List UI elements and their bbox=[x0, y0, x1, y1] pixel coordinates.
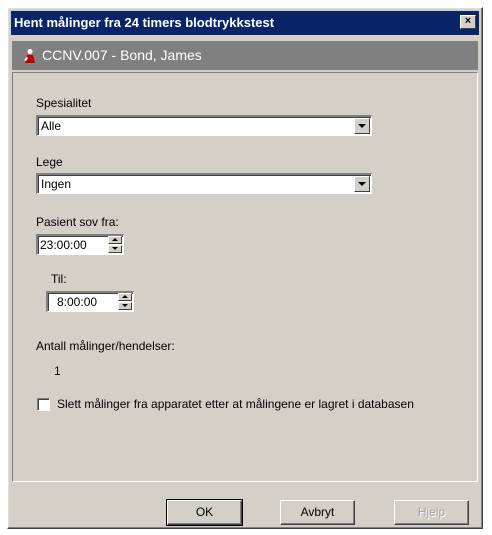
patient-header: CCNV.007 - Bond, James bbox=[12, 41, 478, 70]
spin-down-icon[interactable] bbox=[108, 245, 122, 253]
avbryt-button[interactable]: Avbryt bbox=[280, 500, 355, 525]
hjelp-button[interactable]: Hjelp bbox=[394, 500, 469, 525]
sov-fra-time-input[interactable]: 23:00:00 bbox=[36, 234, 124, 255]
chevron-down-icon[interactable] bbox=[354, 118, 370, 134]
slett-checkbox[interactable] bbox=[37, 398, 50, 411]
slett-label[interactable]: Slett målinger fra apparatet etter at må… bbox=[57, 397, 414, 411]
lege-combobox[interactable]: Ingen bbox=[36, 173, 372, 194]
lege-value: Ingen bbox=[41, 177, 72, 191]
spesialitet-combobox[interactable]: Alle bbox=[36, 115, 372, 136]
close-button[interactable]: × bbox=[460, 15, 476, 29]
spin-down-icon[interactable] bbox=[118, 302, 132, 310]
chevron-down-icon[interactable] bbox=[354, 176, 370, 192]
antall-label: Antall målinger/hendelser: bbox=[36, 339, 175, 353]
dialog-window: Hent målinger fra 24 timers blodtrykkste… bbox=[7, 7, 483, 529]
til-value: 8:00:00 bbox=[57, 295, 98, 309]
patient-person-icon bbox=[24, 49, 35, 63]
close-icon: × bbox=[464, 15, 472, 27]
spin-up-icon[interactable] bbox=[118, 293, 132, 301]
window-title: Hent målinger fra 24 timers blodtrykkste… bbox=[14, 15, 275, 30]
spesialitet-value: Alle bbox=[41, 119, 62, 133]
lege-label: Lege bbox=[36, 155, 63, 169]
patient-label: CCNV.007 - Bond, James bbox=[42, 47, 202, 63]
sov-fra-label: Pasient sov fra: bbox=[36, 215, 119, 229]
titlebar: Hent målinger fra 24 timers blodtrykkste… bbox=[11, 11, 479, 35]
antall-value: 1 bbox=[54, 364, 61, 378]
spesialitet-label: Spesialitet bbox=[36, 96, 92, 110]
til-time-input[interactable]: 8:00:00 bbox=[46, 291, 134, 312]
ok-button[interactable]: OK bbox=[166, 499, 243, 526]
spin-up-icon[interactable] bbox=[108, 236, 122, 244]
sov-fra-value: 23:00:00 bbox=[40, 238, 87, 252]
til-label: Til: bbox=[51, 272, 67, 286]
